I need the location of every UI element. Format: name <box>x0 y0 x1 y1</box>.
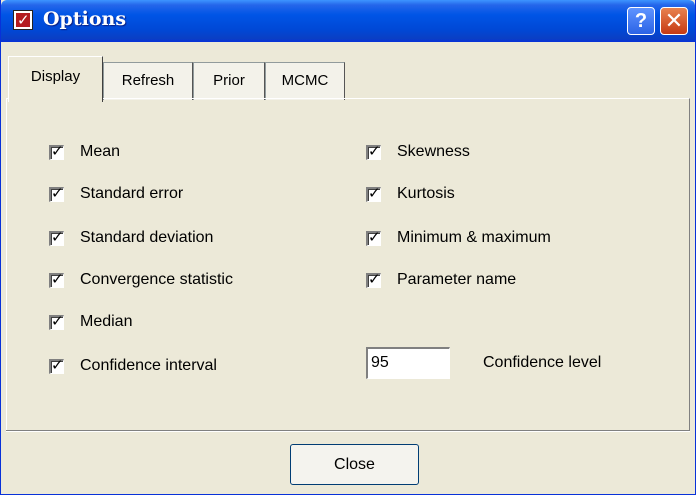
checkbox-label: Standard deviation <box>80 229 214 246</box>
checkmark-icon: ✓ <box>51 142 64 160</box>
checkbox-label: Skewness <box>397 143 470 160</box>
checkbox-box[interactable]: ✓ <box>49 184 64 202</box>
tab-refresh[interactable]: Refresh <box>103 62 193 100</box>
checkbox-box[interactable]: ✓ <box>366 184 381 202</box>
checkbox-label: Mean <box>80 143 121 160</box>
checkmark-icon: ✓ <box>51 270 64 288</box>
window-close-button[interactable]: ✕ <box>660 7 688 35</box>
window-title: Options <box>43 8 127 30</box>
app-icon: ✓ <box>13 10 33 30</box>
checkbox-label: Kurtosis <box>397 185 455 202</box>
checkbox-box[interactable]: ✓ <box>49 312 64 330</box>
checkbox-box[interactable]: ✓ <box>49 228 64 246</box>
checkmark-icon: ✓ <box>51 228 64 246</box>
title-bar[interactable]: ✓ Options ? ✕ <box>1 0 695 42</box>
help-button[interactable]: ? <box>627 7 655 35</box>
checkmark-icon: ✓ <box>368 270 381 288</box>
checkmark-icon: ✓ <box>17 11 30 29</box>
checkmark-icon: ✓ <box>51 184 64 202</box>
checkbox-box[interactable]: ✓ <box>366 142 381 160</box>
checkbox-label: Median <box>80 313 133 330</box>
checkmark-icon: ✓ <box>51 312 64 330</box>
tab-prior[interactable]: Prior <box>193 62 265 100</box>
tab-mcmc[interactable]: MCMC <box>265 62 345 100</box>
checkbox-box[interactable]: ✓ <box>366 228 381 246</box>
tab-display[interactable]: Display <box>8 56 103 102</box>
tab-strip: Display Refresh Prior MCMC <box>1 56 695 102</box>
checkbox-label: Parameter name <box>397 271 517 288</box>
checkbox-box[interactable]: ✓ <box>49 142 64 160</box>
checkmark-icon: ✓ <box>51 356 64 374</box>
checkmark-icon: ✓ <box>368 142 381 160</box>
checkbox-label: Standard error <box>80 185 184 202</box>
checkmark-icon: ✓ <box>368 184 381 202</box>
checkbox-box[interactable]: ✓ <box>49 270 64 288</box>
confidence-level-label: Confidence level <box>483 354 602 371</box>
checkbox-label: Minimum & maximum <box>397 229 551 246</box>
options-dialog: ✓ Options ? ✕ Display Refresh Prior MCMC… <box>0 0 696 495</box>
checkmark-icon: ✓ <box>368 228 381 246</box>
confidence-level-input[interactable]: 95 <box>366 347 450 379</box>
checkbox-box[interactable]: ✓ <box>366 270 381 288</box>
footer-divider <box>6 430 690 432</box>
checkbox-box[interactable]: ✓ <box>49 356 64 374</box>
checkbox-label: Confidence interval <box>80 357 217 374</box>
close-button[interactable]: Close <box>290 444 419 485</box>
checkbox-label: Convergence statistic <box>80 271 233 288</box>
